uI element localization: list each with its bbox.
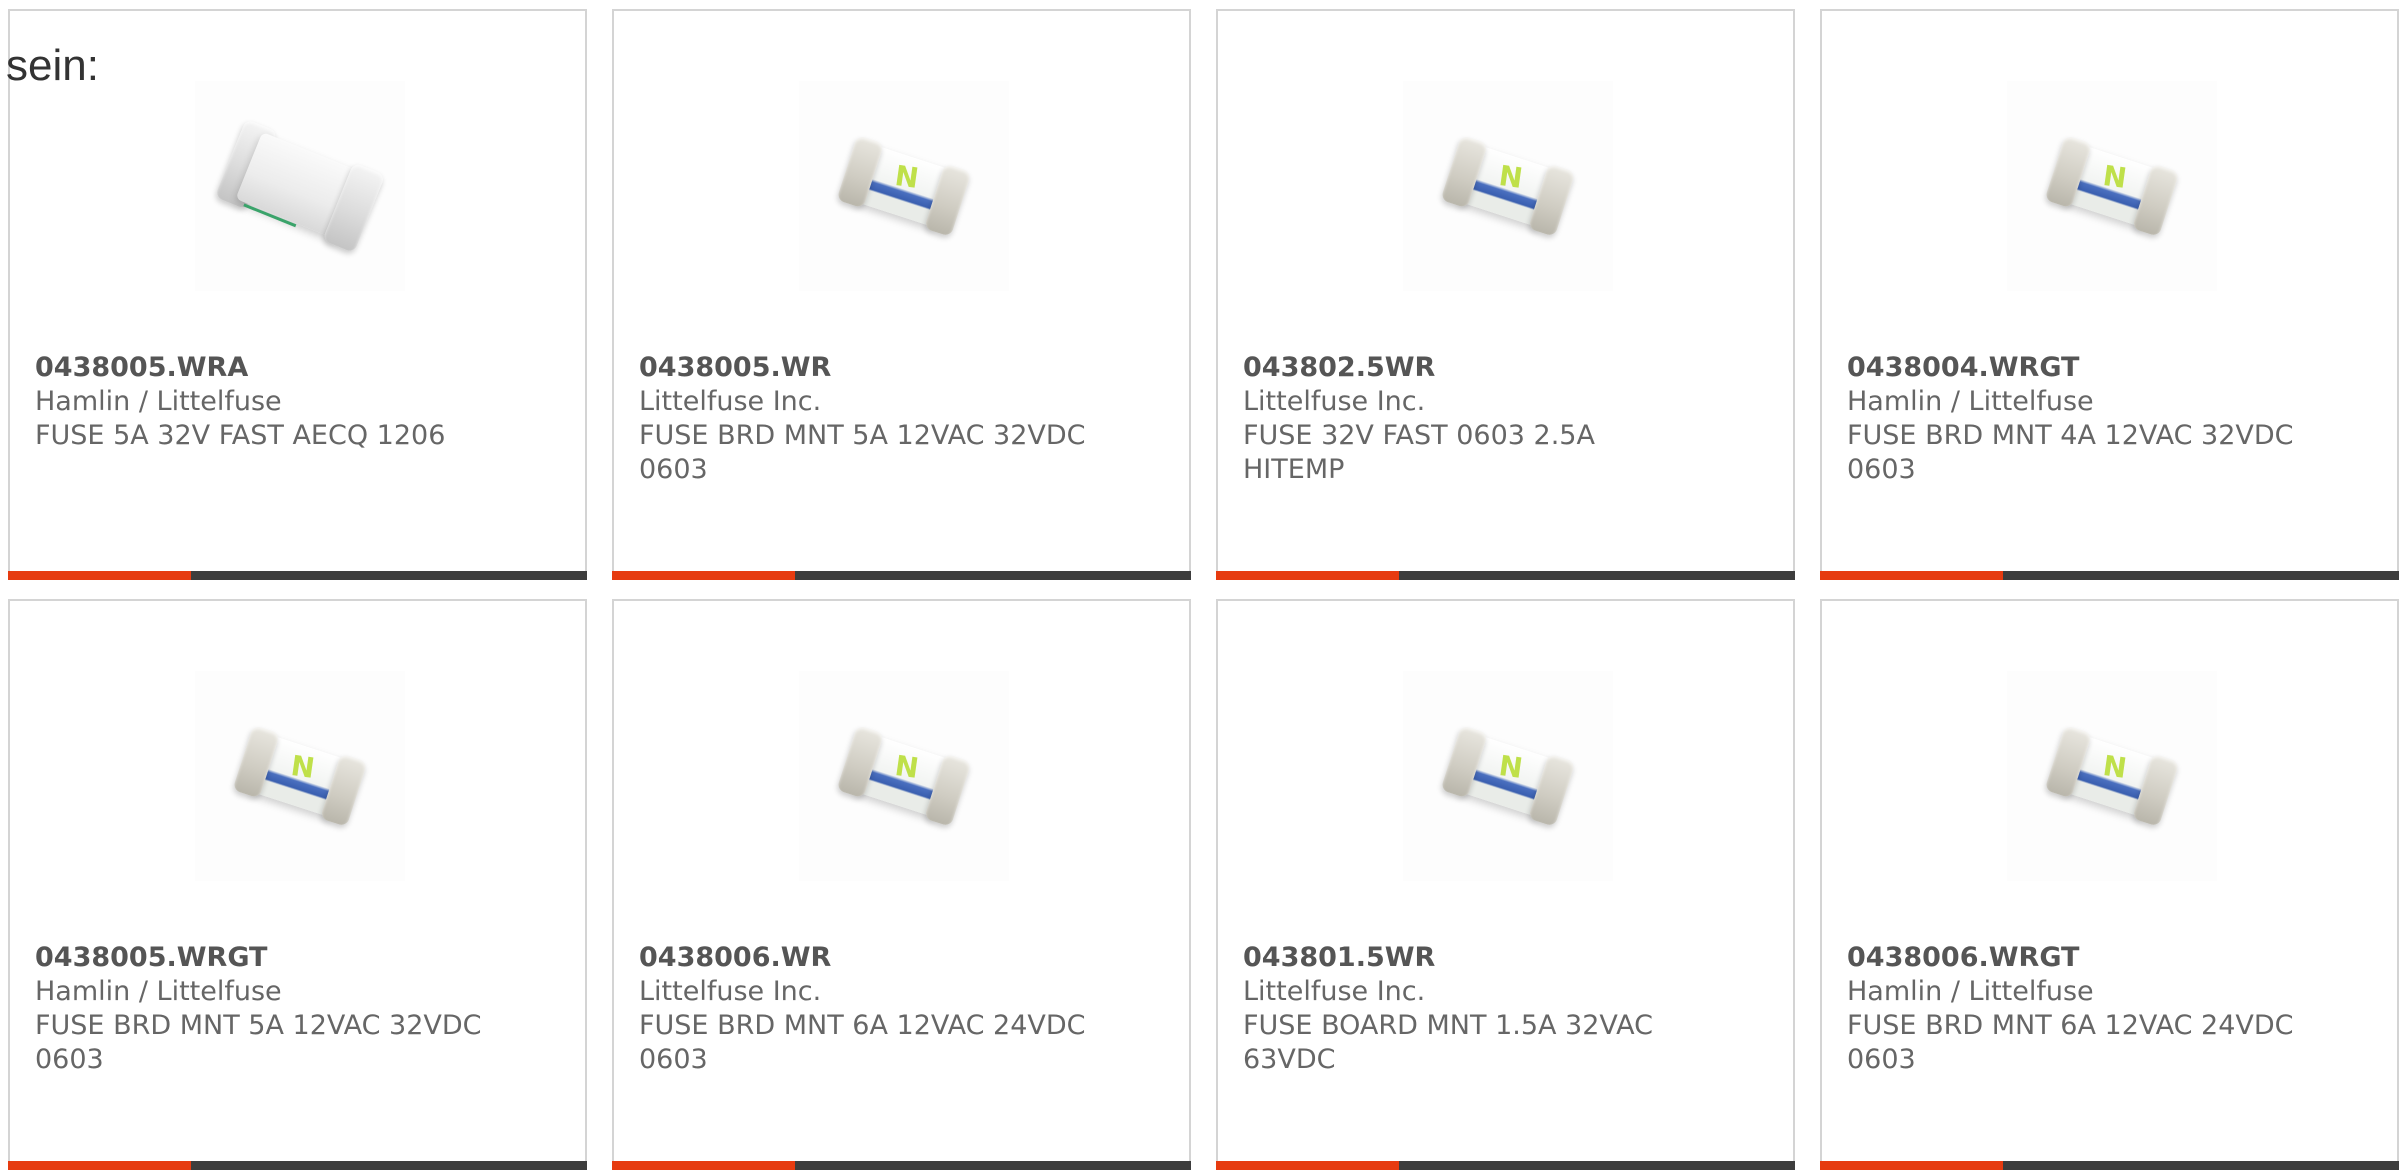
smd-fuse-0603-icon: N (231, 719, 370, 832)
smd-fuse-0603-icon: N (2043, 129, 2182, 242)
card-footer-bar (1820, 571, 2399, 580)
card-footer-bar (1216, 1161, 1795, 1170)
product-card[interactable]: N 0438006.WRGT Hamlin / Littelfuse FUSE … (1820, 599, 2399, 1170)
manufacturer-label: Littelfuse Inc. (1243, 386, 1426, 417)
part-number-link[interactable]: 0438006.WRGT (1847, 941, 2367, 975)
smd-fuse-0603-icon: N (2043, 719, 2182, 832)
smd-fuse-1206-white-icon (212, 113, 387, 258)
product-description: FUSE BRD MNT 5A 12VAC 32VDC 0603 (35, 1010, 482, 1075)
product-image[interactable]: N (799, 671, 1009, 881)
product-card[interactable]: N 0438005.WR Littelfuse Inc. FUSE BRD MN… (612, 9, 1191, 580)
product-image[interactable]: N (1403, 671, 1613, 881)
manufacturer-label: Hamlin / Littelfuse (1847, 976, 2094, 1007)
card-footer-bar (8, 1161, 587, 1170)
smd-fuse-0603-icon: N (835, 129, 974, 242)
smd-fuse-0603-icon: N (835, 719, 974, 832)
product-description: FUSE BRD MNT 4A 12VAC 32VDC 0603 (1847, 420, 2294, 485)
card-footer-bar (1820, 1161, 2399, 1170)
part-number-link[interactable]: 0438006.WR (639, 941, 1159, 975)
manufacturer-label: Hamlin / Littelfuse (35, 386, 282, 417)
product-card[interactable]: N 043802.5WR Littelfuse Inc. FUSE 32V FA… (1216, 9, 1795, 580)
manufacturer-label: Hamlin / Littelfuse (35, 976, 282, 1007)
product-description: FUSE BRD MNT 5A 12VAC 32VDC 0603 (639, 420, 1086, 485)
product-card[interactable]: N 0438006.WR Littelfuse Inc. FUSE BRD MN… (612, 599, 1191, 1170)
part-number-link[interactable]: 0438004.WRGT (1847, 351, 2367, 385)
product-image[interactable]: N (1403, 81, 1613, 291)
product-image[interactable]: N (799, 81, 1009, 291)
part-number-link[interactable]: 043802.5WR (1243, 351, 1763, 385)
smd-fuse-0603-icon: N (1439, 719, 1578, 832)
product-description: FUSE 5A 32V FAST AECQ 1206 (35, 420, 446, 451)
manufacturer-label: Littelfuse Inc. (639, 976, 822, 1007)
product-description: FUSE BRD MNT 6A 12VAC 24VDC 0603 (639, 1010, 1086, 1075)
manufacturer-label: Littelfuse Inc. (639, 386, 822, 417)
product-image[interactable] (195, 81, 405, 291)
product-card[interactable]: 0438005.WRA Hamlin / Littelfuse FUSE 5A … (8, 9, 587, 580)
manufacturer-label: Hamlin / Littelfuse (1847, 386, 2094, 417)
product-image[interactable]: N (2007, 671, 2217, 881)
part-number-link[interactable]: 0438005.WRA (35, 351, 555, 385)
card-footer-bar (612, 1161, 1191, 1170)
card-footer-bar (1216, 571, 1795, 580)
manufacturer-label: Littelfuse Inc. (1243, 976, 1426, 1007)
product-description: FUSE 32V FAST 0603 2.5A HITEMP (1243, 420, 1595, 485)
product-description: FUSE BRD MNT 6A 12VAC 24VDC 0603 (1847, 1010, 2294, 1075)
product-image[interactable]: N (2007, 81, 2217, 291)
card-footer-bar (8, 571, 587, 580)
part-number-link[interactable]: 0438005.WRGT (35, 941, 555, 975)
part-number-link[interactable]: 043801.5WR (1243, 941, 1763, 975)
part-number-link[interactable]: 0438005.WR (639, 351, 1159, 385)
lead-text: sein: (6, 41, 99, 90)
product-card[interactable]: N 043801.5WR Littelfuse Inc. FUSE BOARD … (1216, 599, 1795, 1170)
smd-fuse-0603-icon: N (1439, 129, 1578, 242)
product-description: FUSE BOARD MNT 1.5A 32VAC 63VDC (1243, 1010, 1654, 1075)
card-footer-bar (612, 571, 1191, 580)
product-card[interactable]: N 0438004.WRGT Hamlin / Littelfuse FUSE … (1820, 9, 2399, 580)
product-card[interactable]: N 0438005.WRGT Hamlin / Littelfuse FUSE … (8, 599, 587, 1170)
product-image[interactable]: N (195, 671, 405, 881)
